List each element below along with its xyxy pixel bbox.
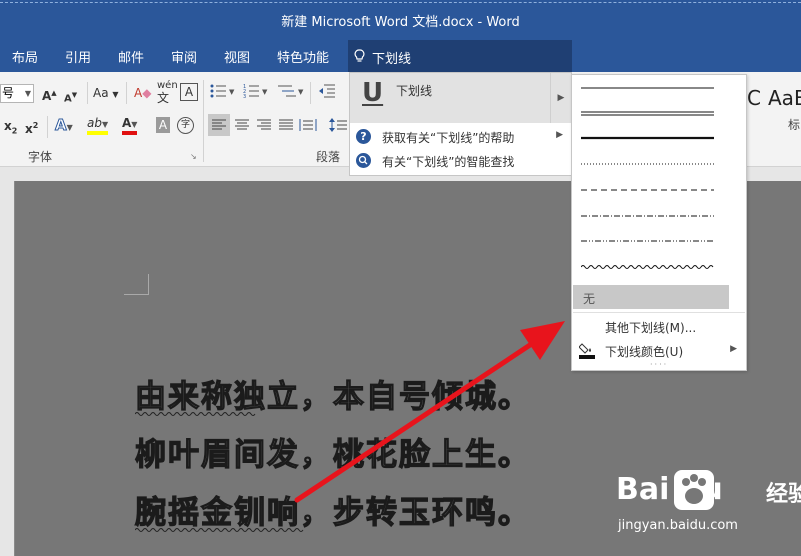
bullets-button[interactable]: ▼	[210, 83, 236, 103]
align-center-button[interactable]	[231, 114, 253, 134]
smart-lookup-icon	[356, 153, 371, 168]
underline-style-double[interactable]	[581, 110, 714, 118]
svg-text:3: 3	[243, 94, 246, 99]
poem-line-3[interactable]: 腕摇金钏响，步转玉环鸣。	[134, 487, 531, 532]
font-group-label: 字体	[28, 150, 53, 164]
text-effects-button[interactable]: A▼	[55, 115, 73, 135]
underline-style-dotted[interactable]	[581, 161, 714, 167]
tab-view[interactable]: 视图	[224, 47, 250, 66]
underline-style-dash-dot-dot[interactable]	[581, 238, 714, 244]
window-title: 新建 Microsoft Word 文档.docx - Word	[281, 15, 520, 30]
tell-me-results-menu: U 下划线 ▶ ? 获取有关“下划线”的帮助 ▶ 有关“下划线”的智能查找	[349, 72, 572, 176]
pinyin-guide-button[interactable]: wén 文	[157, 80, 178, 104]
smart-lookup-menu-item[interactable]: 有关“下划线”的智能查找	[350, 149, 571, 173]
tab-special-features[interactable]: 特色功能	[277, 47, 329, 66]
jingyan-text: 经验	[766, 482, 801, 507]
submenu-divider	[573, 312, 745, 313]
wavy-underline-3	[135, 528, 304, 532]
style-preview-c[interactable]: C	[747, 86, 761, 110]
help-menu-item[interactable]: ? 获取有关“下划线”的帮助 ▶	[350, 125, 571, 149]
title-bar: 新建 Microsoft Word 文档.docx - Word	[0, 0, 801, 38]
underline-style-dashed[interactable]	[581, 187, 714, 193]
underline-styles-submenu: 无 其他下划线(M)... 下划线颜色(U) ▶ ····	[571, 74, 747, 371]
underline-style-thick[interactable]	[581, 135, 714, 141]
help-menu-label: 获取有关“下划线”的帮助	[382, 131, 515, 145]
smart-lookup-label: 有关“下划线”的智能查找	[382, 155, 515, 169]
svg-text:▼: ▼	[298, 88, 304, 96]
multilevel-list-button[interactable]: ▼	[276, 83, 306, 103]
more-underlines-item[interactable]: 其他下划线(M)...	[573, 315, 745, 337]
shrink-font-button[interactable]: A▼	[64, 85, 77, 105]
ribbon-tab-bar: 布局 引用 邮件 审阅 视图 特色功能 下划线	[0, 38, 801, 72]
paint-bucket-icon	[578, 341, 595, 362]
underline-color-item[interactable]: 下划线颜色(U) ▶	[573, 339, 745, 361]
tab-references[interactable]: 引用	[65, 47, 91, 66]
underline-style-single[interactable]	[581, 85, 714, 91]
svg-text:▼: ▼	[262, 88, 268, 96]
poem-line-1[interactable]: 由来称独立，本自号倾城。	[134, 371, 531, 416]
help-icon: ?	[356, 129, 371, 144]
font-size-box[interactable]: 号 ▼	[0, 84, 34, 103]
numbering-button[interactable]: 1 2 3 ▼	[243, 83, 269, 103]
char-border-icon[interactable]: A	[180, 83, 198, 101]
chevron-right-icon: ▶	[556, 130, 563, 140]
char-shading-button[interactable]: A	[156, 117, 170, 133]
subscript-button[interactable]: x2	[4, 116, 17, 136]
style-preview-aab[interactable]: AaB	[768, 86, 801, 110]
resize-grip-icon[interactable]: ····	[650, 360, 668, 369]
paragraph-group-label: 段落	[316, 150, 341, 164]
underline-none-label: 无	[583, 292, 596, 306]
chevron-right-icon: ▶	[730, 344, 737, 354]
chevron-right-icon[interactable]: ▶	[550, 73, 571, 123]
line-spacing-button[interactable]	[328, 114, 348, 134]
decrease-indent-button[interactable]	[318, 83, 336, 103]
lightbulb-icon	[354, 49, 367, 67]
svg-text:▼: ▼	[229, 88, 235, 96]
title-dashed-line	[0, 2, 801, 3]
style-label: 标	[788, 118, 801, 132]
underline-color-label: 下划线颜色(U)	[605, 345, 684, 359]
tell-me-query: 下划线	[372, 52, 412, 67]
chevron-down-icon: ▼	[24, 89, 31, 98]
justify-button[interactable]	[275, 114, 297, 134]
underline-none-item[interactable]: 无	[573, 285, 729, 309]
wavy-underline-1	[135, 412, 256, 416]
tab-review[interactable]: 审阅	[171, 47, 197, 66]
font-size-value: 号	[2, 86, 15, 100]
poem-line-2[interactable]: 柳叶眉间发，桃花脸上生。	[134, 429, 531, 474]
underline-result-label: 下划线	[396, 84, 433, 98]
distributed-button[interactable]	[297, 114, 319, 134]
underline-result-item[interactable]: U 下划线 ▶	[350, 73, 571, 123]
enclose-char-button[interactable]: 字	[177, 117, 194, 134]
tab-layout[interactable]: 布局	[12, 47, 38, 66]
tell-me-search-box[interactable]: 下划线	[348, 40, 572, 72]
dialog-launcher-icon[interactable]: ↘	[190, 152, 197, 161]
underline-style-wave[interactable]	[581, 263, 714, 271]
font-color-button[interactable]: A▼	[122, 115, 138, 135]
align-left-button[interactable]	[208, 114, 230, 136]
change-case-button[interactable]: Aa ▼	[93, 83, 119, 103]
superscript-button[interactable]: x2	[25, 116, 38, 136]
tab-mailings[interactable]: 邮件	[118, 47, 144, 66]
highlight-color-button[interactable]: ab▼	[87, 115, 109, 135]
align-right-button[interactable]	[253, 114, 275, 134]
more-underlines-label: 其他下划线(M)...	[605, 321, 697, 335]
watermark-url: jingyan.baidu.com	[618, 518, 738, 533]
clear-format-icon[interactable]: A◆	[134, 83, 151, 103]
paw-icon	[674, 470, 714, 510]
underline-u-icon: U	[362, 78, 384, 108]
grow-font-button[interactable]: A▲	[42, 83, 57, 103]
margin-corner-mark	[124, 274, 149, 295]
underline-style-dash-dot[interactable]	[581, 213, 714, 219]
